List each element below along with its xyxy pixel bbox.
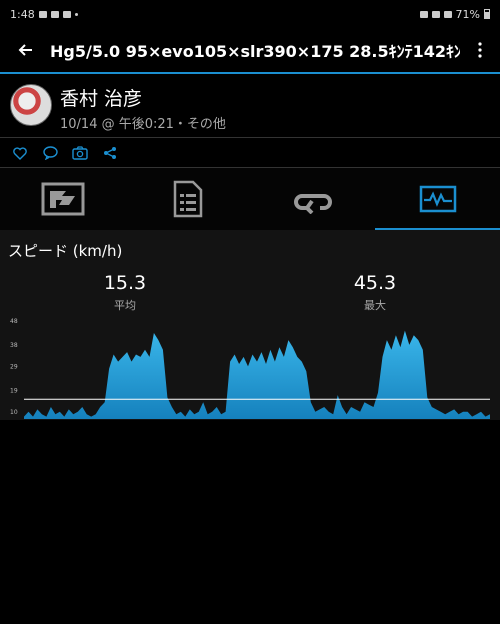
average-label: 平均 [114,299,136,312]
overflow-menu-button[interactable] [460,28,500,72]
user-name[interactable]: 香村 治彦 [60,84,142,111]
y-tick-label: 19 [10,387,18,394]
more-notifications-icon [74,12,78,16]
battery-icon [484,9,490,19]
y-tick-label: 48 [10,318,18,325]
average-stat: 15.3 平均 [65,272,185,313]
user-header: 香村 治彦 10/14 @ 午後0:21・その他 [0,82,500,134]
y-tick-label: 38 [10,342,18,349]
more-vert-icon [478,42,482,58]
comment-icon [42,146,58,160]
max-label: 最大 [364,299,386,312]
max-value: 45.3 [353,272,397,294]
wifi-icon [431,10,440,18]
tab-details[interactable] [125,168,250,230]
speed-series-area [24,330,490,419]
avatar[interactable] [10,84,52,126]
battery-percent: 71% [455,7,480,21]
activity-tabs [0,168,500,230]
photo-button[interactable] [72,145,88,161]
signal-icon [443,10,452,18]
camera-icon [72,146,88,160]
lap-flag-icon [41,182,84,216]
y-tick-label: 29 [10,363,18,370]
tab-laps[interactable] [250,168,375,230]
comment-button[interactable] [42,145,58,161]
average-value: 15.3 [103,272,147,294]
tab-charts[interactable] [375,168,500,230]
document-icon [173,180,202,218]
app-bar-divider [0,72,500,74]
image-icon [50,10,59,18]
panel-title: スピード (km/h) [8,242,123,260]
notification-icon [38,10,47,18]
heart-icon [13,146,27,160]
alarm-icon [419,10,428,18]
tab-summary[interactable] [0,168,125,230]
clock: 1:48 [10,7,35,21]
action-row [0,140,500,166]
speed-chart[interactable]: 10 19 29 38 48 [0,318,500,420]
max-stat: 45.3 最大 [315,272,435,313]
loop-icon [293,194,332,214]
waveform-icon [419,185,456,213]
cloud-icon [62,10,71,18]
app-bar: Hg5/5.0 95×evo105×slr390×175 28.5ｷﾝﾃ142ｷ… [0,28,500,72]
arrow-left-icon [18,44,32,56]
share-icon [104,147,116,159]
like-button[interactable] [12,145,28,161]
y-tick-label: 10 [10,409,18,416]
activity-meta: 10/14 @ 午後0:21・その他 [60,117,226,132]
share-button[interactable] [102,145,118,161]
status-bar: 1:48 71% [0,0,500,28]
back-button[interactable] [0,28,50,72]
activity-title: Hg5/5.0 95×evo105×slr390×175 28.5ｷﾝﾃ142ｷ… [50,42,460,61]
divider [0,137,500,138]
